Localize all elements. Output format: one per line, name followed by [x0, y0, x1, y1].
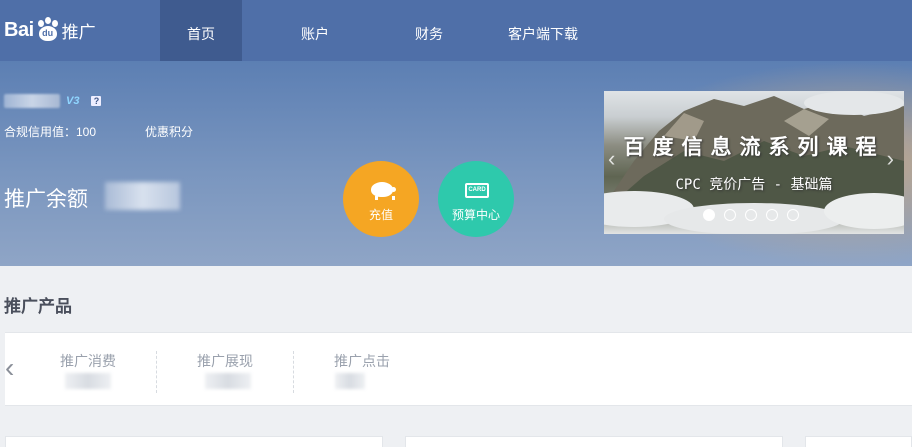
- piggy-bank-icon: [371, 182, 396, 200]
- recharge-label: 充值: [368, 208, 393, 222]
- promotion-balance-label: 推广余额: [4, 188, 88, 211]
- carousel-dots: [703, 209, 808, 221]
- content-card: [5, 436, 383, 447]
- stat-impressions-value-redacted: [205, 373, 251, 389]
- nav-client-download[interactable]: 客户端下载: [494, 0, 592, 61]
- balance-value-redacted: [105, 182, 180, 210]
- top-nav: Bai du 推广 首页 账户 财务 客户端下载: [0, 0, 912, 61]
- stat-clicks-value-redacted: [335, 373, 365, 389]
- stat-divider: [156, 351, 157, 393]
- nav-account[interactable]: 账户: [274, 0, 356, 61]
- stat-spend-label: 推广消费: [60, 353, 116, 369]
- course-banner-carousel[interactable]: ‹ › 百度信息流系列课程 CPC 竞价广告 - 基础篇: [604, 91, 904, 234]
- nav-home[interactable]: 首页: [160, 0, 242, 61]
- logo-paw-text: du: [42, 28, 54, 38]
- chevron-left-icon[interactable]: ‹: [5, 353, 21, 383]
- discount-points-link[interactable]: 优惠积分: [145, 123, 193, 140]
- stat-spend-value-redacted: [65, 373, 111, 389]
- logo-product-text: 推广: [61, 22, 96, 42]
- username-redacted: [4, 94, 60, 108]
- product-stats-panel: ‹ 推广消费 推广展现 推广点击: [5, 332, 912, 406]
- user-info-row: V3 ?: [4, 92, 102, 110]
- banner-title: 百度信息流系列课程: [623, 136, 885, 159]
- stat-clicks-label: 推广点击: [334, 353, 390, 369]
- card-icon: CARD: [465, 183, 489, 198]
- nav-finance[interactable]: 财务: [388, 0, 470, 61]
- banner-subtitle: CPC 竞价广告 - 基础篇: [675, 177, 833, 193]
- stat-divider: [293, 351, 294, 393]
- carousel-dot[interactable]: [724, 209, 736, 221]
- compliance-credit-value: 合规信用值：100: [4, 125, 97, 139]
- budget-center-label: 预算中心: [451, 208, 500, 222]
- carousel-dot[interactable]: [766, 209, 778, 221]
- stat-impressions-label: 推广展现: [197, 353, 253, 369]
- content-card: [805, 436, 912, 447]
- content-card: [405, 436, 783, 447]
- help-icon[interactable]: ?: [91, 96, 102, 106]
- budget-center-button[interactable]: CARD 预算中心: [438, 161, 514, 237]
- carousel-dot[interactable]: [745, 209, 757, 221]
- vip-level-badge: V3: [66, 95, 80, 107]
- logo-brand-text: Bai: [4, 18, 34, 41]
- baidu-tuiguang-logo[interactable]: Bai du 推广: [4, 12, 96, 48]
- carousel-dot[interactable]: [787, 209, 799, 221]
- baidu-paw-icon: du: [35, 17, 61, 43]
- carousel-dot[interactable]: [703, 209, 715, 221]
- recharge-button[interactable]: 充值: [343, 161, 419, 237]
- section-title-products: 推广产品: [4, 297, 72, 316]
